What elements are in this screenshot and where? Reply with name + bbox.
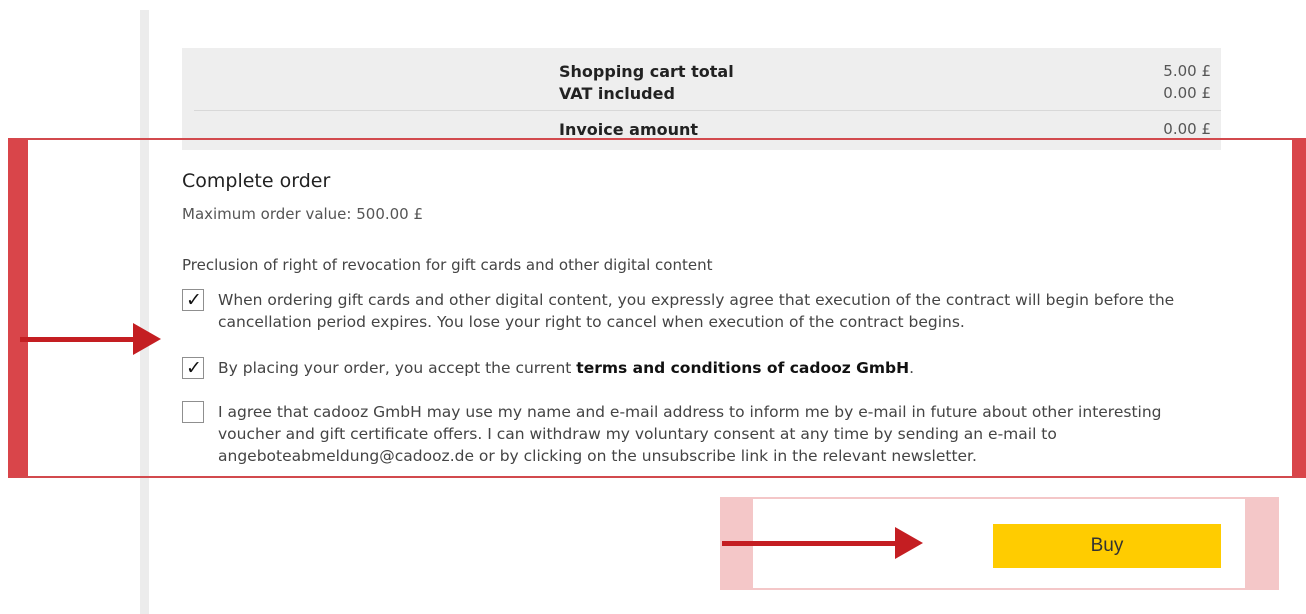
invoice-amount-value: 0.00 £ <box>1163 120 1211 138</box>
vat-label: VAT included <box>559 84 675 103</box>
checkbox-row-newsletter: I agree that cadooz GmbH may use my name… <box>182 401 1227 469</box>
cart-totals-panel: Shopping cart total 5.00 £ VAT included … <box>182 48 1221 150</box>
terms-text-after: . <box>909 359 915 377</box>
invoice-amount-label: Invoice amount <box>559 120 699 139</box>
newsletter-checkbox[interactable] <box>182 401 204 423</box>
cart-total-value: 5.00 £ <box>1163 62 1211 80</box>
newsletter-consent-text: I agree that cadooz GmbH may use my name… <box>218 403 1162 465</box>
totals-divider <box>194 110 1221 111</box>
vat-value: 0.00 £ <box>1163 84 1211 102</box>
checkmark-icon: ✓ <box>186 357 202 379</box>
terms-consent-text: By placing your order, you accept the cu… <box>218 357 1227 379</box>
digital-content-checkbox[interactable]: ✓ <box>182 289 204 311</box>
buy-button[interactable]: Buy <box>993 524 1221 568</box>
max-order-value: Maximum order value: 500.00 £ <box>182 205 424 223</box>
terms-text-before: By placing your order, you accept the cu… <box>218 359 577 377</box>
checkbox-row-digital-content: ✓ When ordering gift cards and other dig… <box>182 289 1227 335</box>
cart-total-label: Shopping cart total <box>559 62 734 81</box>
terms-link[interactable]: terms and conditions of cadooz GmbH <box>576 359 909 377</box>
checkmark-icon: ✓ <box>186 289 202 311</box>
preclusion-heading: Preclusion of right of revocation for gi… <box>182 256 713 274</box>
digital-content-consent-text: When ordering gift cards and other digit… <box>218 291 1175 331</box>
terms-checkbox[interactable]: ✓ <box>182 357 204 379</box>
complete-order-title: Complete order <box>182 170 331 192</box>
checkbox-row-terms: ✓ By placing your order, you accept the … <box>182 357 1227 381</box>
